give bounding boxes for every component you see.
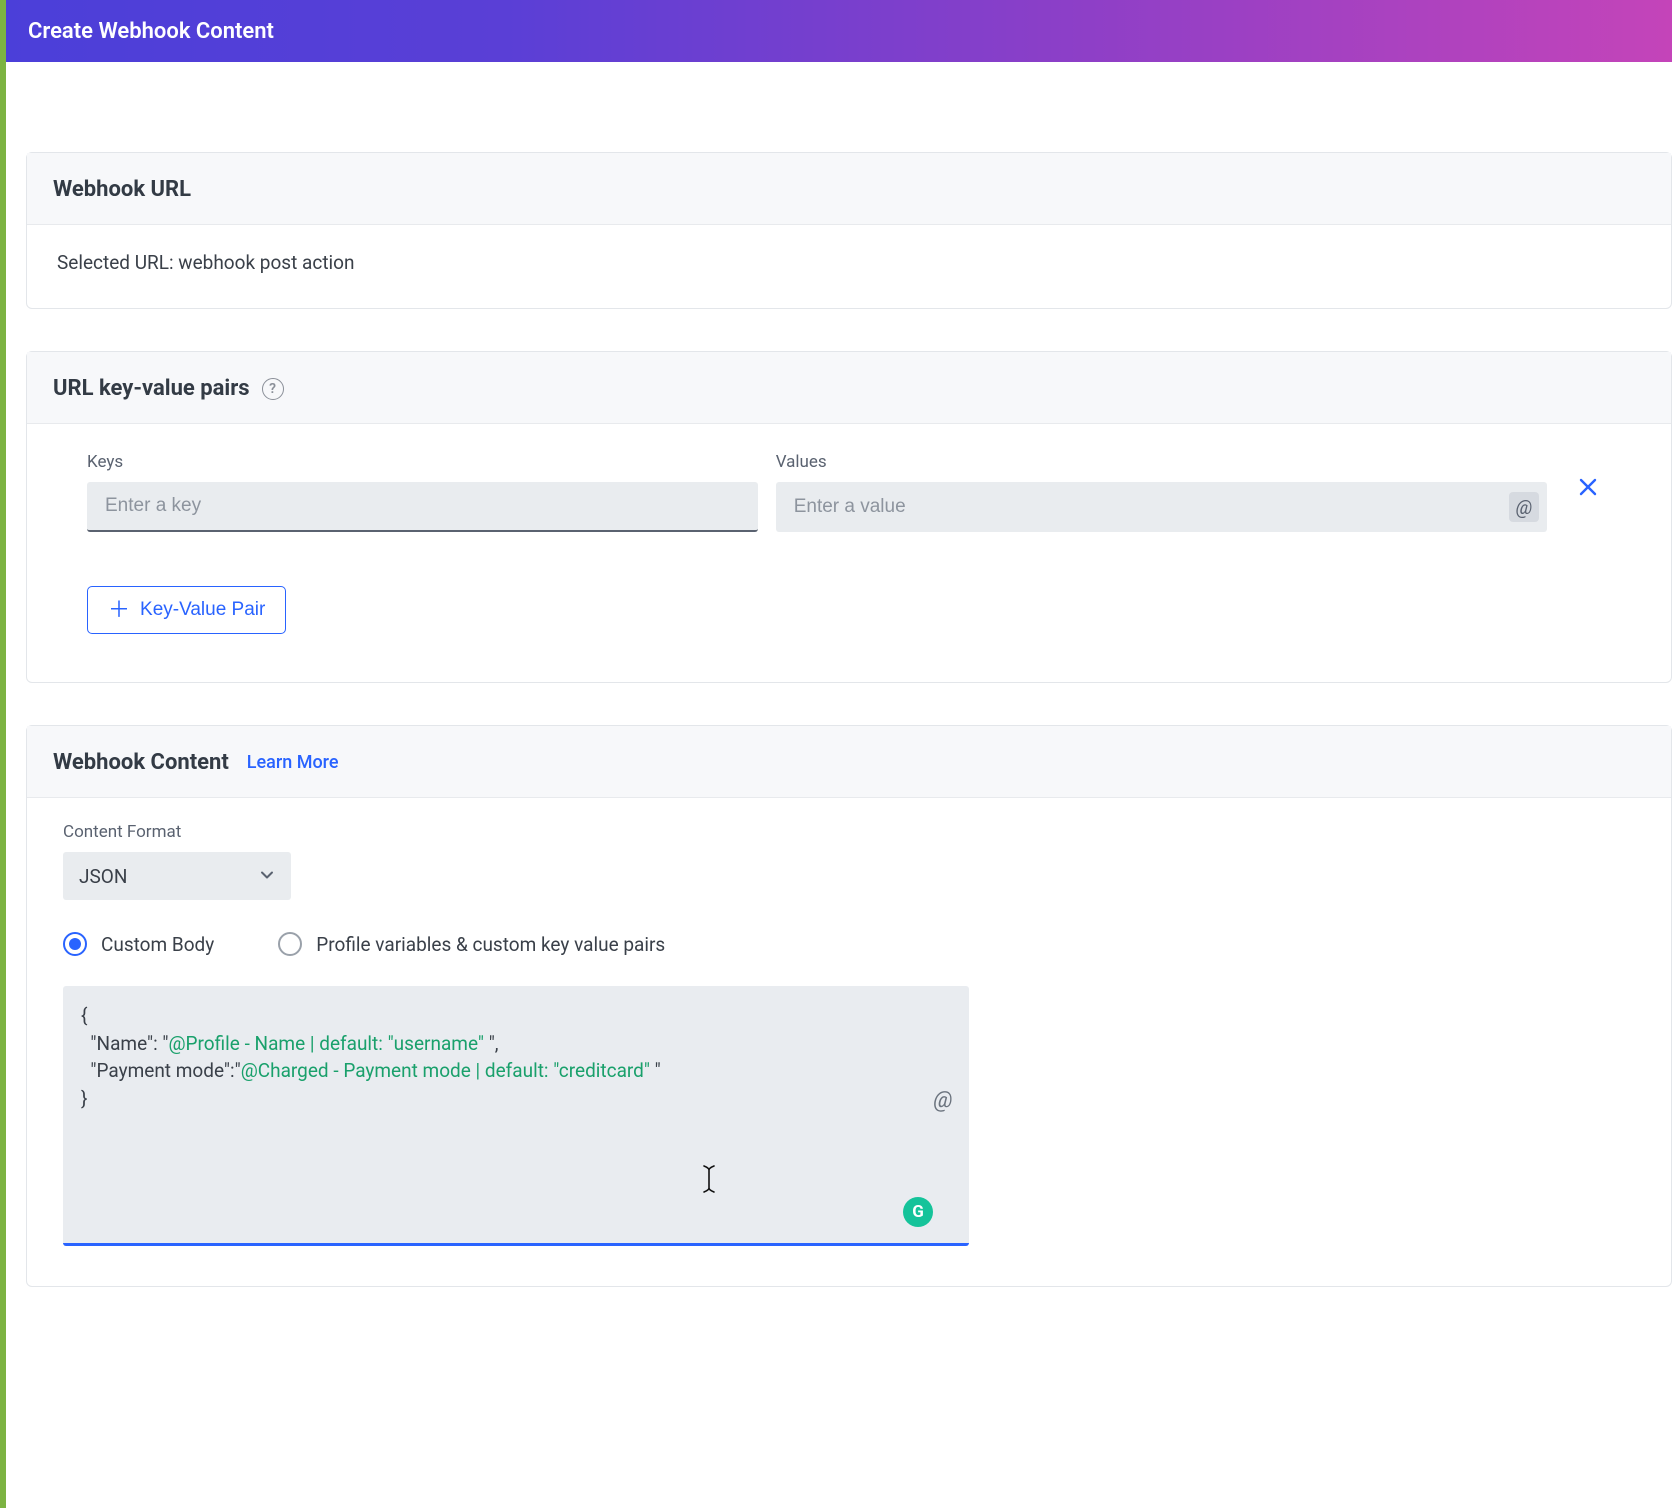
radio-profile-vars[interactable]: Profile variables & custom key value pai… [278,932,665,956]
grammarly-icon[interactable]: G [903,1197,933,1227]
webhook-url-card-header: Webhook URL [27,153,1671,225]
kv-card-header: URL key-value pairs ? [27,352,1671,424]
body-editor[interactable]: { "Name": "@Profile - Name | default: "u… [63,986,969,1243]
page-title: Create Webhook Content [28,19,274,44]
kv-value-input-wrap: @ [776,482,1547,532]
chevron-down-icon [259,865,275,888]
kv-remove-button[interactable] [1565,452,1611,496]
page-body: Webhook URL Selected URL: webhook post a… [6,62,1672,1508]
kv-card: URL key-value pairs ? Keys Values [26,351,1672,683]
webhook-content-body: Content Format JSON Custom Body Profile … [27,798,1671,1286]
radio-profile-label: Profile variables & custom key value pai… [316,933,665,956]
kv-title: URL key-value pairs [53,376,250,401]
webhook-url-body: Selected URL: webhook post action [27,225,1671,308]
kv-key-input-wrap [87,482,758,532]
webhook-content-title: Webhook Content [53,750,229,775]
content-format-value: JSON [79,865,127,888]
code-line-3c: " [650,1059,661,1082]
code-line-3a: "Payment mode":" [81,1059,241,1082]
close-icon [1579,478,1597,496]
add-kv-button[interactable]: ＋ Key-Value Pair [87,586,286,634]
kv-values-label: Values [776,452,1547,472]
charged-mode-token: @Charged - Payment mode | default: "cred… [241,1059,650,1082]
content-format-select[interactable]: JSON [63,852,291,900]
kv-key-input[interactable] [87,482,758,530]
page-inner: Webhook URL Selected URL: webhook post a… [6,62,1672,1287]
at-mention-icon[interactable]: @ [1509,492,1539,522]
webhook-url-title: Webhook URL [53,177,191,202]
radio-icon [278,932,302,956]
kv-values-col: Values @ [776,452,1547,532]
page-header: Create Webhook Content [6,0,1672,62]
code-line: { [81,1004,87,1027]
kv-keys-label: Keys [87,452,758,472]
code-line-4: } [81,1087,87,1110]
webhook-url-selected: Selected URL: webhook post action [57,251,354,274]
kv-body: Keys Values @ [27,424,1671,682]
body-mode-radio-group: Custom Body Profile variables & custom k… [63,932,1635,956]
code-line-2a: "Name": " [81,1032,169,1055]
radio-custom-body[interactable]: Custom Body [63,932,214,956]
plus-icon: ＋ [108,599,130,621]
kv-keys-col: Keys [87,452,758,532]
body-editor-wrap: { "Name": "@Profile - Name | default: "u… [63,986,969,1246]
webhook-content-header: Webhook Content Learn More [27,726,1671,798]
kv-value-input[interactable] [776,482,1547,532]
radio-icon [63,932,87,956]
at-mention-icon[interactable]: @ [929,1086,957,1114]
webhook-content-card: Webhook Content Learn More Content Forma… [26,725,1672,1287]
radio-custom-label: Custom Body [101,933,214,956]
add-kv-label: Key-Value Pair [140,599,265,621]
profile-name-token: @Profile - Name | default: "username" [169,1032,485,1055]
code-line-2c: ", [484,1032,499,1055]
help-icon[interactable]: ? [262,378,284,400]
kv-row: Keys Values @ [87,452,1611,532]
content-format-label: Content Format [63,822,1635,842]
learn-more-link[interactable]: Learn More [247,752,339,773]
webhook-url-card: Webhook URL Selected URL: webhook post a… [26,152,1672,309]
